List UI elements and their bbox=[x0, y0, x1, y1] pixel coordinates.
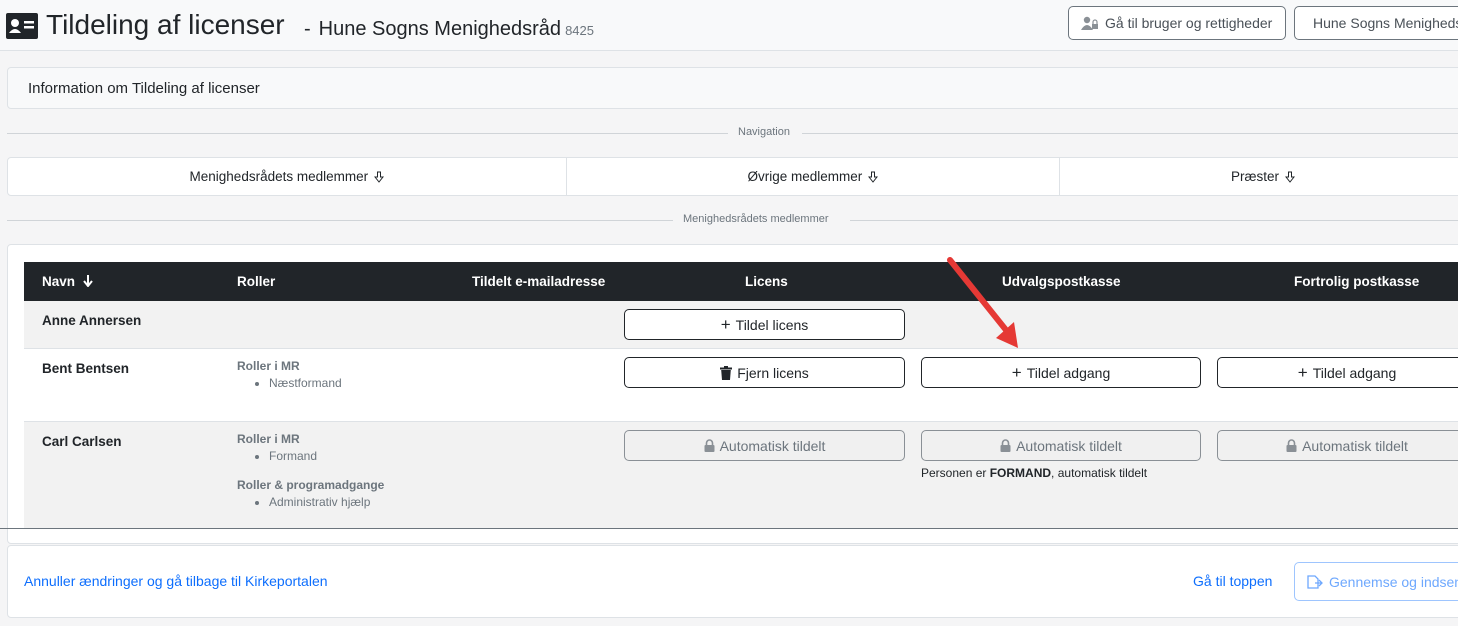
annotation-arrow-icon bbox=[947, 257, 1018, 348]
remove-license-button[interactable]: Fjern licens bbox=[624, 357, 905, 388]
role-item: Formand bbox=[269, 449, 384, 464]
nav-item-oevrige[interactable]: Øvrige medlemmer bbox=[567, 158, 1061, 195]
go-to-top-link[interactable]: Gå til toppen bbox=[1193, 573, 1272, 589]
header-email: Tildelt e-mailadresse bbox=[472, 274, 606, 289]
auto-license-label: Automatisk tildelt bbox=[719, 437, 826, 454]
lock-icon bbox=[1000, 439, 1011, 452]
auto-license-button: Automatisk tildelt bbox=[624, 430, 905, 461]
assign-confidential-access-button[interactable]: + Tildel adgang bbox=[1217, 357, 1458, 388]
org-button-label: Hune Sogns Menighedsråd bbox=[1313, 15, 1458, 31]
arrow-down-icon bbox=[83, 275, 93, 288]
goto-users-button[interactable]: Gå til bruger og rettigheder bbox=[1068, 6, 1286, 40]
section-divider: Menighedsrådets medlemmer bbox=[7, 213, 1458, 227]
role-group-title: Roller & programadgange bbox=[237, 478, 385, 492]
role-group-title: Roller i MR bbox=[237, 432, 300, 446]
auto-assigned-note: Personen er FORMAND, automatisk tildelt bbox=[921, 466, 1147, 480]
header-confidential-mailbox: Fortrolig postkasse bbox=[1294, 274, 1420, 289]
assign-committee-access-button[interactable]: + Tildel adgang bbox=[921, 357, 1201, 388]
member-name: Carl Carlsen bbox=[42, 434, 122, 449]
file-export-icon bbox=[1307, 574, 1323, 589]
remove-license-label: Fjern licens bbox=[737, 364, 809, 381]
info-label: Information om Tildeling af licenser bbox=[28, 80, 260, 97]
plus-icon: + bbox=[720, 315, 731, 334]
note-suffix: , automatisk tildelt bbox=[1051, 466, 1148, 480]
trash-icon bbox=[720, 365, 733, 380]
member-name: Bent Bentsen bbox=[42, 361, 130, 376]
nav-item-menighedsraad[interactable]: Menighedsrådets medlemmer bbox=[8, 158, 567, 195]
plus-icon: + bbox=[1297, 363, 1308, 382]
header-roles: Roller bbox=[237, 274, 276, 289]
note-strong: FORMAND bbox=[989, 466, 1052, 480]
page-title: Tildeling af licenser bbox=[46, 9, 285, 40]
note-prefix: Personen er bbox=[921, 466, 987, 480]
footer-separator bbox=[0, 528, 1458, 529]
assign-committee-label: Tildel adgang bbox=[1026, 364, 1111, 381]
cancel-link[interactable]: Annuller ændringer og gå tilbage til Kir… bbox=[24, 573, 328, 589]
lock-icon bbox=[1286, 439, 1297, 452]
goto-users-label: Gå til bruger og rettigheder bbox=[1105, 15, 1273, 31]
assign-license-label: Tildel licens bbox=[735, 316, 809, 333]
info-accordion[interactable]: Information om Tildeling af licenser bbox=[7, 67, 1458, 109]
member-roles: Roller i MR Formand Roller & programadga… bbox=[237, 432, 384, 510]
member-name: Anne Annersen bbox=[42, 313, 142, 328]
id-card-icon bbox=[6, 13, 38, 39]
assign-confidential-label: Tildel adgang bbox=[1312, 364, 1397, 381]
role-group-title: Roller i MR bbox=[237, 359, 300, 373]
role-item: Administrativ hjælp bbox=[269, 495, 384, 510]
page-subtitle: - Hune Sogns Menighedsråd 8425 bbox=[304, 18, 594, 41]
nav-item-label: Præster bbox=[1231, 169, 1280, 184]
arrow-down-icon bbox=[374, 171, 385, 183]
sort-name-header[interactable]: Navn bbox=[42, 274, 93, 289]
nav-item-praester[interactable]: Præster bbox=[1060, 158, 1458, 195]
role-item: Næstformand bbox=[269, 376, 342, 391]
title-separator: - bbox=[304, 18, 311, 40]
arrow-down-icon bbox=[868, 171, 879, 183]
auto-confidential-label: Automatisk tildelt bbox=[1302, 437, 1408, 454]
navigation-label: Navigation bbox=[738, 126, 790, 138]
review-submit-button[interactable]: Gennemse og indsend bbox=[1294, 562, 1458, 601]
auto-committee-label: Automatisk tildelt bbox=[1016, 437, 1122, 454]
review-submit-label: Gennemse og indsend bbox=[1329, 573, 1458, 590]
org-name: Hune Sogns Menighedsråd bbox=[318, 18, 562, 40]
lock-icon bbox=[704, 439, 715, 452]
nav-item-label: Øvrige medlemmer bbox=[747, 169, 863, 184]
navigation-divider: Navigation bbox=[7, 126, 1458, 140]
member-roles: Roller i MR Næstformand bbox=[237, 359, 342, 391]
user-lock-icon bbox=[1081, 16, 1098, 30]
org-button[interactable]: Hune Sogns Menighedsråd bbox=[1294, 6, 1458, 40]
table-header: Navn Roller Tildelt e-mailadresse Licens… bbox=[24, 262, 1458, 301]
nav-item-label: Menighedsrådets medlemmer bbox=[189, 169, 369, 184]
plus-icon: + bbox=[1011, 363, 1022, 382]
org-code: 8425 bbox=[565, 23, 594, 38]
header-license: Licens bbox=[745, 274, 788, 289]
top-bar: Tildeling af licenser - Hune Sogns Menigh… bbox=[0, 0, 1458, 51]
section-label: Menighedsrådets medlemmer bbox=[683, 213, 829, 225]
arrow-down-icon bbox=[1285, 171, 1296, 183]
auto-confidential-button: Automatisk tildelt bbox=[1217, 430, 1458, 461]
navigation-bar: Menighedsrådets medlemmer Øvrige medlemm… bbox=[7, 157, 1458, 196]
auto-committee-button: Automatisk tildelt bbox=[921, 430, 1201, 461]
header-name-label: Navn bbox=[42, 274, 76, 289]
assign-license-button[interactable]: + Tildel licens bbox=[624, 309, 905, 340]
